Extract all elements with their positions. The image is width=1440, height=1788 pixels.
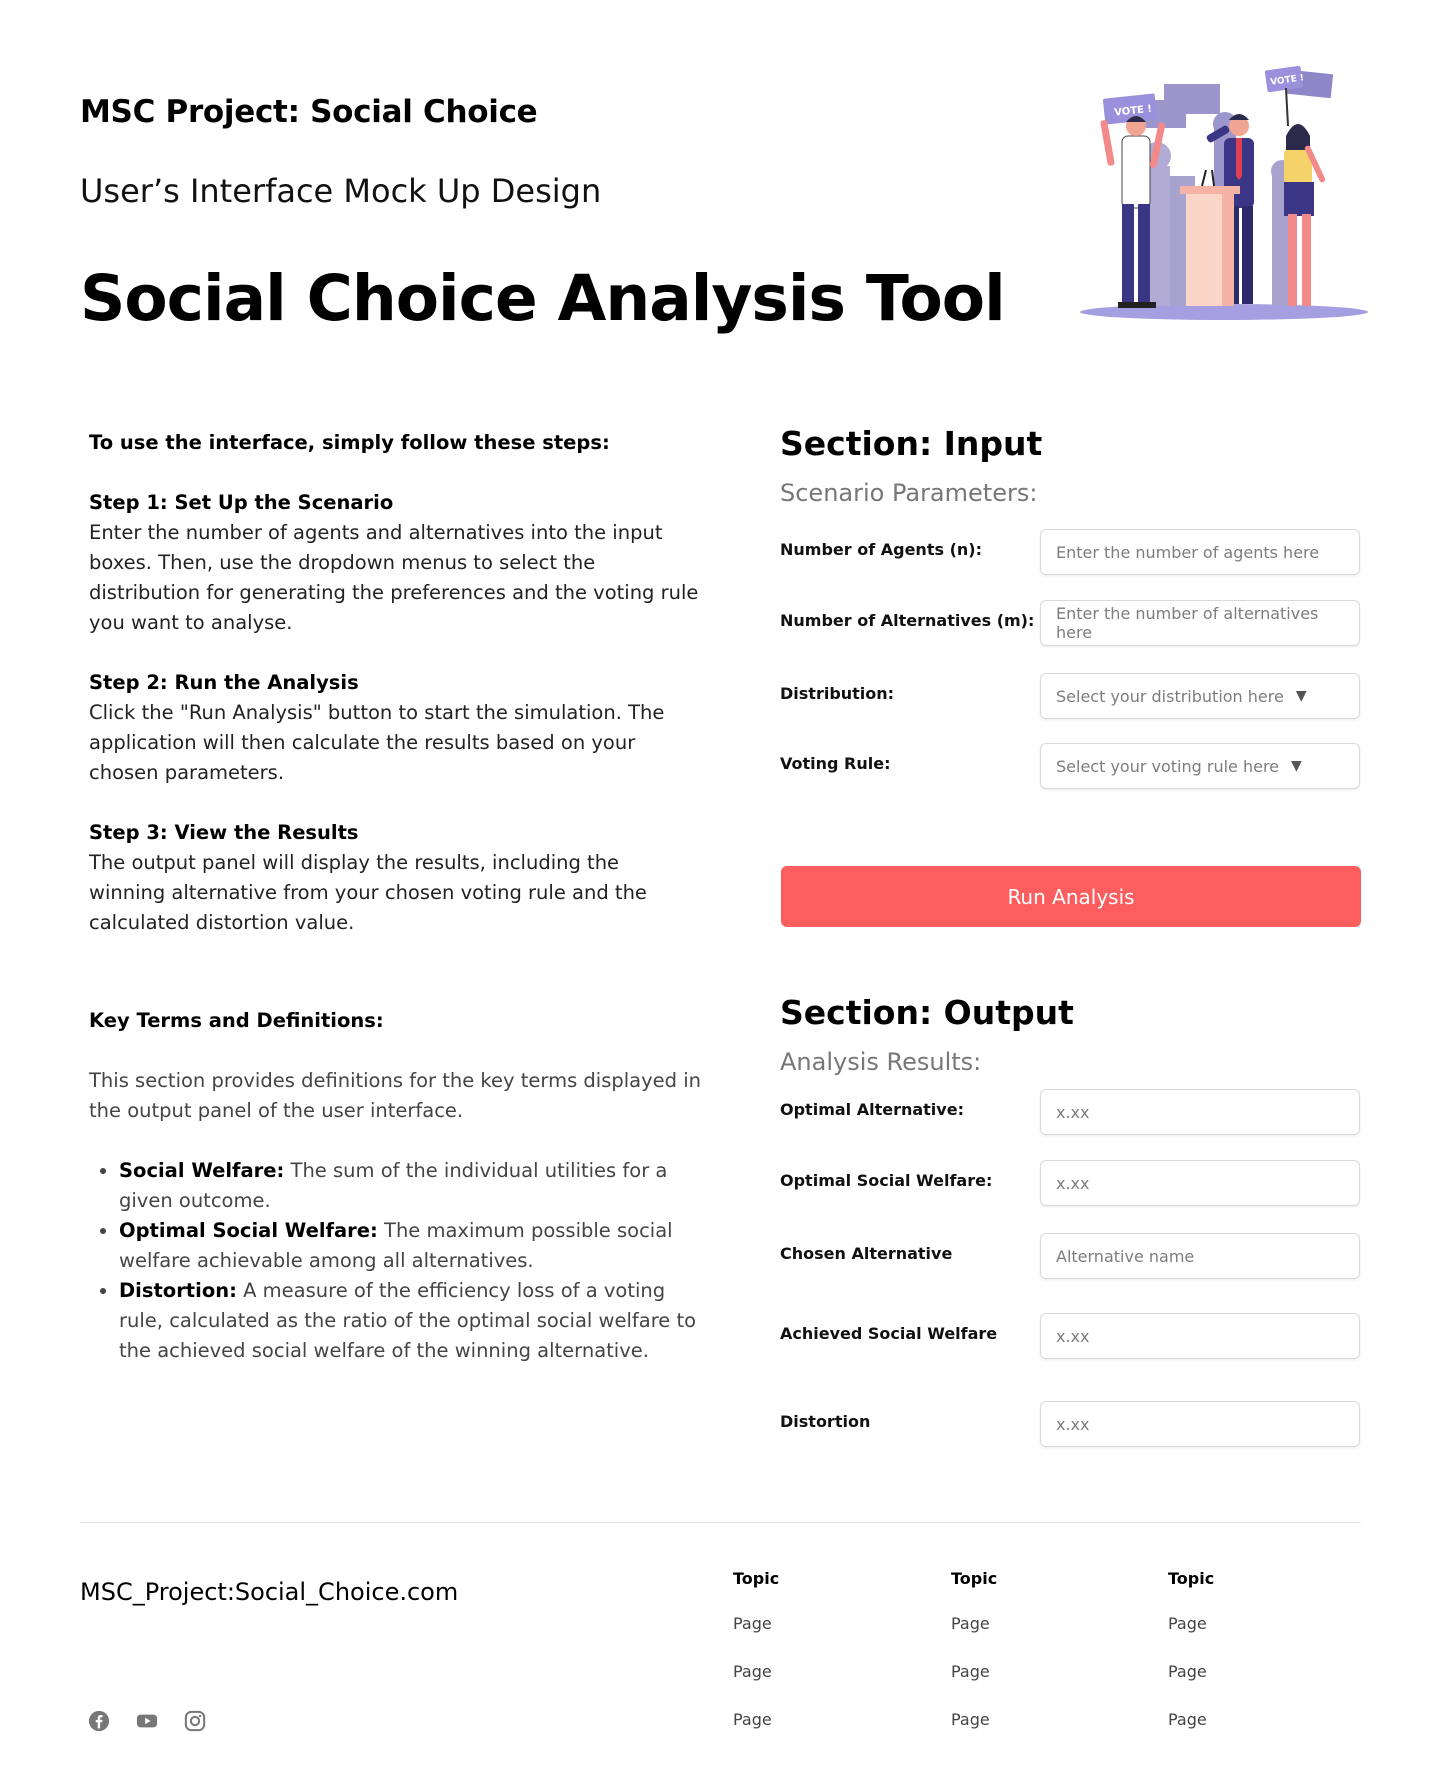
key-terms-list: Social Welfare: The sum of the individua… xyxy=(89,1156,709,1366)
achieved-social-welfare-output: x.xx xyxy=(1040,1313,1360,1359)
optimal-alternative-value: x.xx xyxy=(1056,1102,1090,1122)
step-2-body: Click the "Run Analysis" button to start… xyxy=(89,701,665,784)
project-title: MSC Project: Social Choice xyxy=(80,94,538,130)
voting-rule-select[interactable]: Select your voting rule here ▼ xyxy=(1040,743,1360,789)
footer-divider xyxy=(80,1522,1361,1523)
footer-link[interactable]: Page xyxy=(733,1710,779,1729)
footer-column: Topic Page Page Page xyxy=(951,1569,997,1729)
footer-link[interactable]: Page xyxy=(1168,1662,1214,1681)
instructions-intro: To use the interface, simply follow thes… xyxy=(89,431,610,454)
input-section-subtitle: Scenario Parameters: xyxy=(780,479,1038,507)
step-1-title: Step 1: Set Up the Scenario xyxy=(89,491,394,514)
distribution-label: Distribution: xyxy=(780,684,895,703)
distortion-value: x.xx xyxy=(1056,1414,1090,1434)
step-2-title: Step 2: Run the Analysis xyxy=(89,671,359,694)
key-term-item: Optimal Social Welfare: The maximum poss… xyxy=(119,1216,709,1276)
key-terms-title: Key Terms and Definitions: xyxy=(89,1009,384,1032)
key-term-name: Distortion: xyxy=(119,1279,237,1302)
page-title: Social Choice Analysis Tool xyxy=(80,262,1006,335)
optimal-social-welfare-output: x.xx xyxy=(1040,1160,1360,1206)
alternatives-input[interactable]: Enter the number of alternatives here xyxy=(1040,600,1360,646)
instructions-panel: To use the interface, simply follow thes… xyxy=(89,428,709,968)
voting-rule-label: Voting Rule: xyxy=(780,754,891,773)
key-term-item: Social Welfare: The sum of the individua… xyxy=(119,1156,709,1216)
footer-column: Topic Page Page Page xyxy=(1168,1569,1214,1729)
agents-input-placeholder: Enter the number of agents here xyxy=(1056,542,1320,562)
footer-link[interactable]: Page xyxy=(1168,1614,1214,1633)
facebook-icon[interactable] xyxy=(88,1710,110,1732)
footer-column-title: Topic xyxy=(951,1569,998,1588)
footer-column: Topic Page Page Page xyxy=(733,1569,779,1729)
step-1-body: Enter the number of agents and alternati… xyxy=(89,521,699,634)
footer-link[interactable]: Page xyxy=(951,1614,997,1633)
achieved-social-welfare-label: Achieved Social Welfare xyxy=(780,1324,998,1343)
footer-link[interactable]: Page xyxy=(951,1710,997,1729)
key-term-name: Social Welfare: xyxy=(119,1159,285,1182)
optimal-alternative-output: x.xx xyxy=(1040,1089,1360,1135)
chosen-alternative-output: Alternative name xyxy=(1040,1233,1360,1279)
alternatives-label: Number of Alternatives (m): xyxy=(780,611,1035,630)
agents-input[interactable]: Enter the number of agents here xyxy=(1040,529,1360,575)
alternatives-input-placeholder: Enter the number of alternatives here xyxy=(1056,604,1319,642)
optimal-alternative-label: Optimal Alternative: xyxy=(780,1100,964,1119)
chevron-down-icon: ▼ xyxy=(1291,758,1302,774)
input-section-title: Section: Input xyxy=(780,424,1043,463)
instagram-icon[interactable] xyxy=(184,1710,206,1732)
achieved-social-welfare-value: x.xx xyxy=(1056,1326,1090,1346)
page-subtitle: User’s Interface Mock Up Design xyxy=(80,172,602,210)
footer-site-name: MSC_Project:Social_Choice.com xyxy=(80,1578,459,1606)
output-section-subtitle: Analysis Results: xyxy=(780,1048,982,1076)
distribution-select-placeholder: Select your distribution here xyxy=(1056,686,1284,706)
key-terms-intro: This section provides definitions for th… xyxy=(89,1069,702,1122)
agents-label: Number of Agents (n): xyxy=(780,540,982,559)
chosen-alternative-label: Chosen Alternative xyxy=(780,1244,953,1263)
footer-link[interactable]: Page xyxy=(951,1662,997,1681)
optimal-social-welfare-label: Optimal Social Welfare: xyxy=(780,1171,993,1190)
footer-link[interactable]: Page xyxy=(1168,1710,1214,1729)
distribution-select[interactable]: Select your distribution here ▼ xyxy=(1040,673,1360,719)
footer-column-title: Topic xyxy=(1168,1569,1215,1588)
voting-rule-select-placeholder: Select your voting rule here xyxy=(1056,756,1280,776)
key-term-name: Optimal Social Welfare: xyxy=(119,1219,378,1242)
output-section-title: Section: Output xyxy=(780,993,1074,1032)
footer-column-title: Topic xyxy=(733,1569,780,1588)
footer-link[interactable]: Page xyxy=(733,1662,779,1681)
key-term-item: Distortion: A measure of the efficiency … xyxy=(119,1276,709,1366)
distortion-output: x.xx xyxy=(1040,1401,1360,1447)
chevron-down-icon: ▼ xyxy=(1295,688,1307,704)
optimal-social-welfare-value: x.xx xyxy=(1056,1173,1090,1193)
footer-link[interactable]: Page xyxy=(733,1614,779,1633)
step-3-title: Step 3: View the Results xyxy=(89,821,359,844)
step-3-body: The output panel will display the result… xyxy=(89,851,647,934)
key-terms-panel: Key Terms and Definitions: This section … xyxy=(89,1006,709,1366)
run-analysis-button[interactable]: Run Analysis xyxy=(781,866,1361,927)
voting-crowd-illustration: VOTE ! VOTE ! xyxy=(1080,66,1368,320)
youtube-icon[interactable] xyxy=(136,1710,158,1732)
chosen-alternative-value: Alternative name xyxy=(1056,1246,1195,1266)
distortion-label: Distortion xyxy=(780,1412,871,1431)
